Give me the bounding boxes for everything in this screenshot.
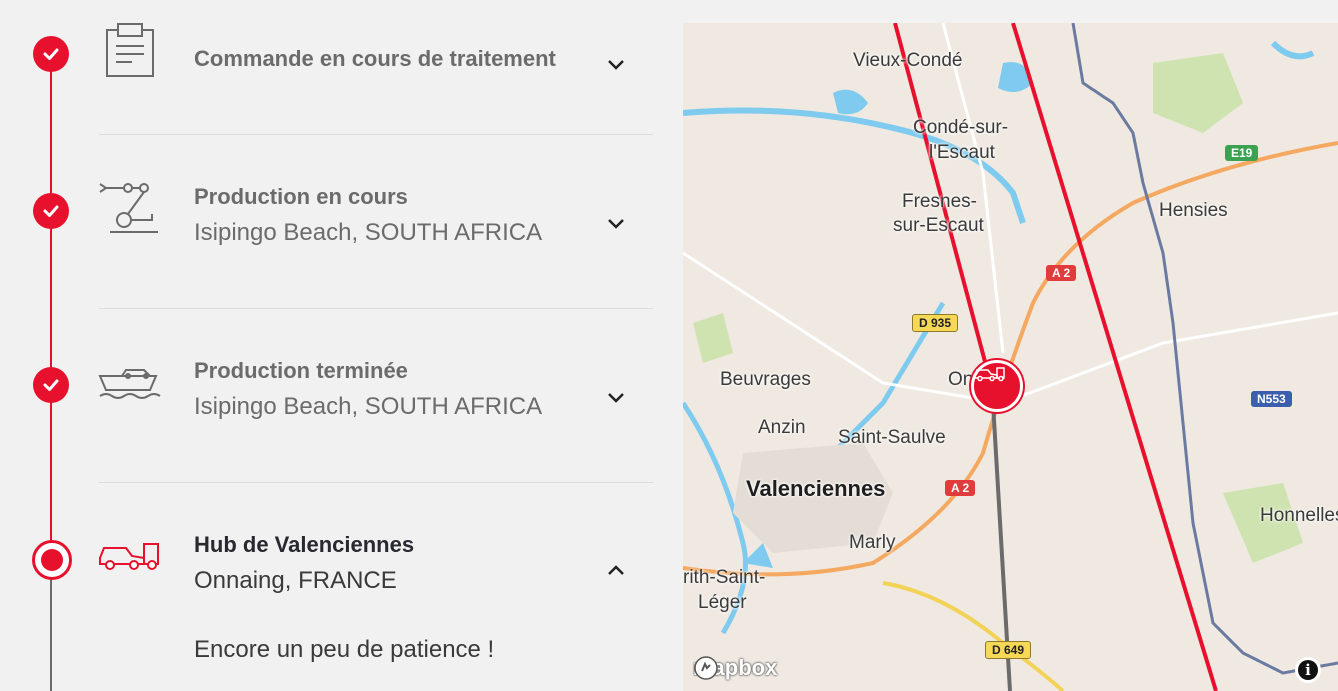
car-truck-icon — [98, 536, 162, 577]
current-step-indicator — [32, 540, 72, 580]
tracking-panel: Commande en cours de traitement Producti… — [0, 0, 683, 691]
map-label: Beuvrages — [720, 369, 811, 390]
road-shield: A 2 — [1046, 265, 1077, 281]
timeline-pending-line — [50, 574, 52, 691]
map-label: rith-Saint- — [683, 567, 766, 588]
map-label: Fresnes- — [902, 191, 977, 212]
step-location: Isipingo Beach, SOUTH AFRICA — [194, 393, 543, 420]
step-complete-check-icon — [33, 193, 69, 229]
robot-arm-icon — [98, 176, 162, 241]
step-location: Onnaing, FRANCE — [194, 567, 397, 594]
step-title[interactable]: Commande en cours de traitement — [194, 46, 556, 72]
step-message: Encore un peu de patience ! — [194, 636, 495, 663]
step-title[interactable]: Hub de Valenciennes — [194, 532, 414, 558]
chevron-down-icon[interactable] — [604, 52, 628, 76]
map[interactable]: Vieux-Condé Condé-sur- l'Escaut Fresnes-… — [683, 23, 1338, 691]
info-button[interactable]: i — [1295, 657, 1321, 683]
current-location-marker[interactable] — [971, 360, 1023, 412]
car-ship-icon — [98, 362, 162, 407]
chevron-up-icon[interactable] — [604, 559, 628, 583]
step-complete-check-icon — [33, 36, 69, 72]
road-shield: D 935 — [912, 314, 959, 332]
step-location: Isipingo Beach, SOUTH AFRICA — [194, 219, 543, 246]
map-label: Vieux-Condé — [853, 50, 963, 71]
map-label: Anzin — [758, 417, 806, 438]
step-complete-check-icon — [33, 367, 69, 403]
divider — [99, 134, 653, 135]
mapbox-logo[interactable]: mapbox — [693, 655, 777, 681]
map-base-layer — [683, 23, 1338, 691]
chevron-down-icon[interactable] — [604, 385, 628, 409]
chevron-down-icon[interactable] — [604, 211, 628, 235]
timeline-progress-line — [50, 54, 52, 558]
mapbox-icon — [694, 656, 718, 680]
map-label: Condé-sur- — [913, 117, 1009, 138]
map-label: Honnelles — [1260, 505, 1338, 526]
clipboard-icon — [98, 20, 158, 85]
divider — [99, 482, 653, 483]
map-label: Marly — [849, 532, 896, 553]
map-label: Hensies — [1159, 200, 1228, 221]
step-title[interactable]: Production terminée — [194, 358, 408, 384]
map-label: sur-Escaut — [893, 215, 984, 236]
step-title[interactable]: Production en cours — [194, 184, 408, 210]
road-shield: D 649 — [985, 641, 1032, 659]
info-icon: i — [1298, 660, 1318, 680]
road-shield: A 2 — [945, 480, 976, 496]
map-label: Saint-Saulve — [838, 427, 946, 448]
road-shield: N553 — [1251, 391, 1292, 407]
map-label: Valenciennes — [746, 476, 886, 501]
map-label: Léger — [698, 592, 747, 613]
divider — [99, 308, 653, 309]
map-label: l'Escaut — [929, 142, 995, 163]
road-shield: E19 — [1225, 145, 1259, 161]
